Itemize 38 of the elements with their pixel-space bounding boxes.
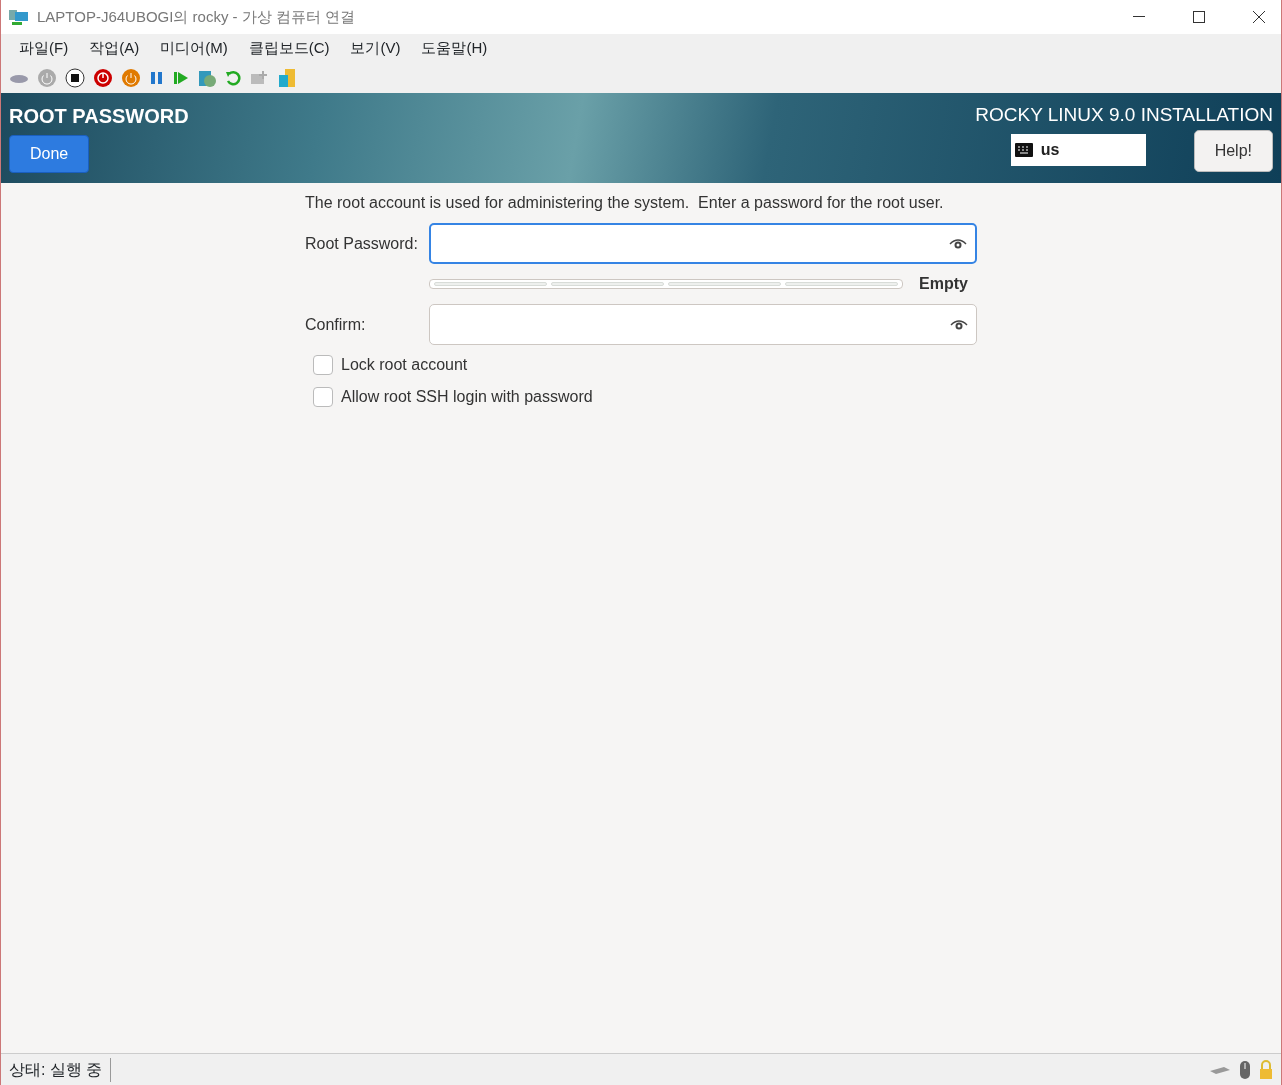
field-label: Confirm: — [305, 314, 367, 335]
lock-icon — [1259, 1059, 1273, 1080]
checkbox-label[interactable]: Allow root SSH login with password — [341, 385, 593, 409]
keyboard-layout-indicator[interactable]: us — [1010, 133, 1146, 166]
close-icon[interactable] — [1253, 11, 1265, 23]
menu-item[interactable]: 작업(A) — [79, 36, 151, 60]
field-label: Root Password: — [305, 233, 419, 254]
play-icon[interactable] — [173, 69, 189, 86]
menu-item[interactable]: 도움말(H) — [411, 36, 499, 60]
status-text: 상태: 실행 중 — [9, 1057, 112, 1082]
password-field[interactable] — [429, 304, 977, 345]
screen-title: ROOT PASSWORD — [9, 104, 189, 129]
checkbox[interactable] — [313, 387, 333, 407]
menu-item[interactable]: 미디어(M) — [150, 36, 239, 60]
product-title: ROCKY LINUX 9.0 INSTALLATION — [975, 103, 1273, 127]
done-button[interactable]: Done — [9, 135, 90, 173]
password-field[interactable] — [429, 223, 977, 264]
window-title: LAPTOP-J64UBOGI의 rocky - 가상 컴퓨터 연결 — [37, 6, 356, 27]
maximize-icon[interactable] — [1193, 11, 1205, 23]
mouse-icon — [1239, 1059, 1251, 1080]
eye-icon[interactable] — [950, 318, 968, 331]
minimize-icon[interactable] — [1133, 16, 1145, 18]
checkbox-label[interactable]: Lock root account — [341, 353, 468, 377]
stop-icon[interactable] — [65, 67, 85, 88]
power-icon[interactable] — [121, 67, 141, 88]
menu-item[interactable]: 클립보드(C) — [238, 36, 341, 60]
intro-text: The root account is used for administering the system. Enter a password for the root user. — [305, 193, 945, 213]
undo-icon[interactable] — [225, 69, 241, 86]
power-icon[interactable] — [93, 67, 113, 88]
eye-icon[interactable] — [949, 237, 967, 250]
menu-item[interactable]: 보기(V) — [340, 36, 412, 60]
computer-icon — [9, 8, 29, 26]
menu-item[interactable]: 파일(F) — [9, 36, 80, 60]
help-button[interactable]: Help! — [1193, 129, 1273, 172]
pause-icon[interactable] — [149, 69, 165, 86]
server-icon[interactable] — [277, 67, 297, 88]
strength-reading: Empty — [919, 274, 968, 294]
checkbox[interactable] — [313, 355, 333, 375]
